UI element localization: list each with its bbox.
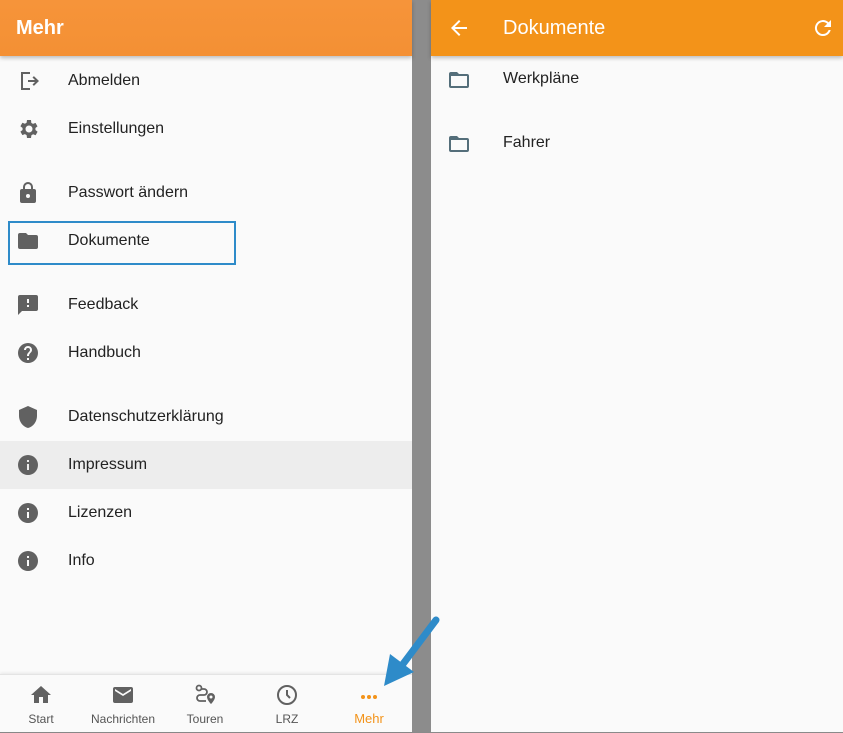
logout-icon bbox=[21, 72, 39, 90]
mail-icon bbox=[113, 687, 133, 703]
menu-item-abmelden[interactable]: Abmelden bbox=[0, 57, 412, 105]
menu-label: Abmelden bbox=[68, 72, 141, 89]
folder-icon bbox=[18, 233, 38, 249]
panel-divider bbox=[412, 0, 431, 732]
home-icon bbox=[31, 686, 51, 703]
mehr-panel: Mehr Abmelden Einstellungen Passwort änd… bbox=[0, 0, 412, 732]
dokumente-panel: Dokumente Werkpläne Fahrer bbox=[431, 0, 843, 732]
nav-start[interactable]: Start bbox=[0, 675, 82, 733]
nav-label: Touren bbox=[186, 712, 224, 726]
nav-lrz[interactable]: LRZ bbox=[246, 675, 328, 733]
nav-nachrichten[interactable]: Nachrichten bbox=[82, 675, 164, 733]
route-icon bbox=[195, 684, 215, 704]
folder-outline-icon bbox=[449, 136, 469, 152]
page-title: Mehr bbox=[16, 16, 64, 39]
menu-item-einstellungen[interactable]: Einstellungen bbox=[0, 105, 412, 153]
nav-label: Start bbox=[28, 712, 54, 726]
bottom-navigation: Start Nachrichten Touren LRZ Mehr bbox=[0, 674, 412, 732]
nav-label: Nachrichten bbox=[90, 712, 156, 726]
menu-item-lizenzen[interactable]: Lizenzen bbox=[0, 489, 412, 537]
back-arrow-icon[interactable] bbox=[447, 16, 471, 40]
nav-touren[interactable]: Touren bbox=[164, 675, 246, 733]
menu-item-handbuch[interactable]: Handbuch bbox=[0, 329, 412, 377]
feedback-icon bbox=[18, 295, 38, 315]
info-icon bbox=[18, 551, 38, 571]
clock-icon bbox=[277, 685, 297, 705]
menu-item-info[interactable]: Info bbox=[0, 537, 412, 585]
info-icon bbox=[18, 455, 38, 475]
menu-label: Info bbox=[68, 552, 95, 569]
nav-label: LRZ bbox=[275, 712, 299, 726]
menu-item-dokumente[interactable]: Dokumente bbox=[0, 217, 412, 265]
menu-label: Handbuch bbox=[68, 344, 141, 361]
nav-label: Mehr bbox=[354, 711, 384, 726]
gear-icon bbox=[20, 120, 38, 138]
folder-label: Fahrer bbox=[503, 134, 551, 151]
folder-item-werkplaene[interactable]: Werkpläne bbox=[431, 48, 843, 112]
lock-icon bbox=[20, 182, 36, 203]
info-icon bbox=[18, 503, 38, 523]
more-icon bbox=[361, 695, 377, 699]
folder-label: Werkpläne bbox=[503, 70, 580, 87]
shield-icon bbox=[19, 406, 37, 428]
nav-mehr[interactable]: Mehr bbox=[328, 675, 410, 733]
menu-label: Dokumente bbox=[68, 232, 150, 249]
menu-label: Passwort ändern bbox=[68, 184, 189, 201]
menu-item-feedback[interactable]: Feedback bbox=[0, 281, 412, 329]
menu-label: Impressum bbox=[68, 456, 148, 473]
menu-label: Feedback bbox=[68, 296, 139, 313]
menu-item-impressum[interactable]: Impressum bbox=[0, 441, 412, 489]
dokumente-header: Dokumente bbox=[431, 0, 843, 56]
menu-label: Einstellungen bbox=[68, 120, 165, 137]
page-title: Dokumente bbox=[503, 16, 606, 39]
menu-label: Datenschutzerklärung bbox=[68, 408, 224, 425]
folder-item-fahrer[interactable]: Fahrer bbox=[431, 112, 843, 176]
refresh-icon[interactable] bbox=[811, 16, 835, 40]
mehr-header: Mehr bbox=[0, 0, 412, 56]
help-icon bbox=[18, 343, 38, 363]
menu-label: Lizenzen bbox=[68, 504, 133, 521]
menu-item-datenschutz[interactable]: Datenschutzerklärung bbox=[0, 393, 412, 441]
folder-outline-icon bbox=[449, 72, 469, 88]
menu-item-passwort-aendern[interactable]: Passwort ändern bbox=[0, 169, 412, 217]
